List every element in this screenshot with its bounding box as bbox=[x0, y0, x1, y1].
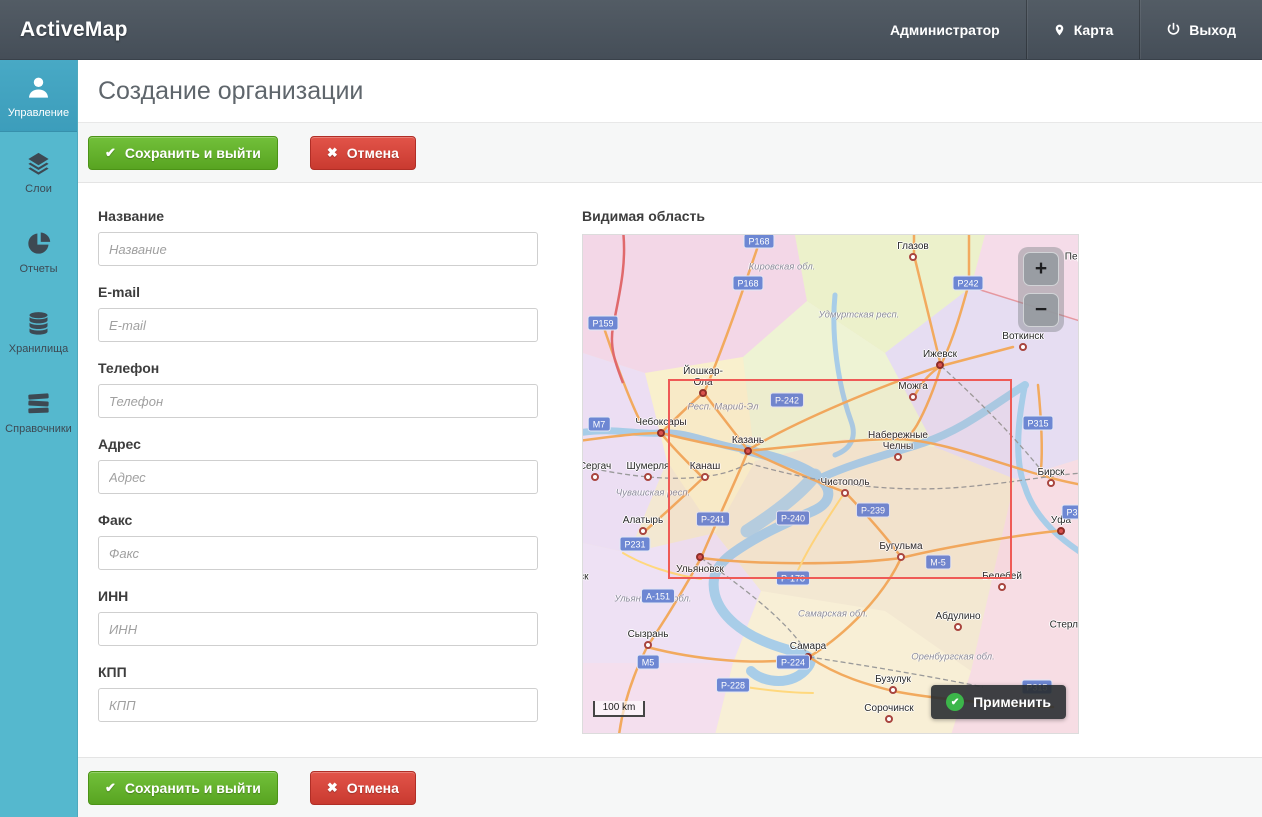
cancel-button-label: Отмена bbox=[347, 145, 399, 161]
logout-label: Выход bbox=[1189, 22, 1236, 38]
sidebar-item-label: Отчеты bbox=[19, 264, 57, 275]
road-badge: Р159 bbox=[587, 316, 618, 331]
city-dot-icon bbox=[909, 253, 917, 261]
map-region-label: Удмуртская респ. bbox=[819, 310, 900, 321]
apply-button[interactable]: ✔ Применить bbox=[931, 685, 1066, 719]
app-logo: ActiveMap bbox=[0, 18, 128, 42]
map-region-label: Самарская обл. bbox=[798, 609, 868, 620]
layers-icon bbox=[25, 149, 53, 177]
phone-input[interactable] bbox=[98, 384, 538, 418]
sidebar-item-label: Хранилища bbox=[9, 344, 69, 355]
city-dot-icon bbox=[998, 583, 1006, 591]
kpp-label: КПП bbox=[98, 664, 538, 680]
map-scale-bar: 100 km bbox=[593, 701, 645, 717]
inn-input[interactable] bbox=[98, 612, 538, 646]
cross-icon: ✖ bbox=[327, 146, 338, 159]
road-badge: Р-224 bbox=[776, 655, 810, 670]
save-and-exit-button-bottom[interactable]: ✔ Сохранить и выйти bbox=[88, 771, 278, 805]
user-icon bbox=[25, 73, 53, 101]
road-badge: Р-228 bbox=[716, 678, 750, 693]
zoom-out-button[interactable]: − bbox=[1023, 293, 1059, 327]
sidebar: Управление Слои Отчеты Хранилища Справоч… bbox=[0, 60, 78, 817]
road-badge: Р242 bbox=[952, 276, 983, 291]
kpp-input[interactable] bbox=[98, 688, 538, 722]
name-input[interactable] bbox=[98, 232, 538, 266]
save-button-label: Сохранить и выйти bbox=[125, 145, 261, 161]
user-menu[interactable]: Администратор bbox=[864, 0, 1026, 59]
zoom-control: + − bbox=[1018, 247, 1064, 332]
city-dot-icon bbox=[885, 715, 893, 723]
map-region-label: Оренбургская обл. bbox=[911, 652, 995, 663]
inn-label: ИНН bbox=[98, 588, 538, 604]
fax-input[interactable] bbox=[98, 536, 538, 570]
bottom-toolbar: ✔ Сохранить и выйти ✖ Отмена bbox=[78, 757, 1262, 817]
check-icon: ✔ bbox=[105, 781, 116, 794]
address-input[interactable] bbox=[98, 460, 538, 494]
city-dot-icon bbox=[936, 361, 944, 369]
logout-button[interactable]: Выход bbox=[1140, 0, 1262, 59]
sidebar-item-management[interactable]: Управление bbox=[0, 60, 77, 132]
road-badge: М5 bbox=[637, 655, 660, 670]
map-pin-icon bbox=[1053, 22, 1066, 38]
road-badge: Р168 bbox=[732, 276, 763, 291]
sidebar-item-storage[interactable]: Хранилища bbox=[0, 292, 77, 372]
map-selection-rectangle[interactable] bbox=[668, 379, 1012, 579]
page-title: Создание организации bbox=[98, 77, 1242, 106]
sidebar-item-directories[interactable]: Справочники bbox=[0, 372, 77, 452]
city-dot-icon bbox=[644, 473, 652, 481]
email-label: E-mail bbox=[98, 284, 538, 300]
cancel-button-label: Отмена bbox=[347, 780, 399, 796]
city-dot-icon bbox=[639, 527, 647, 535]
city-dot-icon bbox=[889, 686, 897, 694]
sidebar-item-layers[interactable]: Слои bbox=[0, 132, 77, 212]
fax-label: Факс bbox=[98, 512, 538, 528]
city-dot-icon bbox=[644, 641, 652, 649]
main-content: Создание организации ✔ Сохранить и выйти… bbox=[78, 60, 1262, 817]
database-icon bbox=[25, 309, 53, 337]
visible-area-label: Видимая область bbox=[582, 208, 1079, 224]
save-and-exit-button[interactable]: ✔ Сохранить и выйти bbox=[88, 136, 278, 170]
city-dot-icon bbox=[1057, 527, 1065, 535]
map-region-label: Кировская обл. bbox=[749, 262, 816, 273]
organization-form: Название E-mail Телефон Адрес Факс ИНН bbox=[98, 208, 538, 747]
top-bar: ActiveMap Администратор Карта Выход bbox=[0, 0, 1262, 60]
city-dot-icon bbox=[1019, 343, 1027, 351]
books-icon bbox=[25, 389, 53, 417]
sidebar-item-reports[interactable]: Отчеты bbox=[0, 212, 77, 292]
city-dot-icon bbox=[954, 623, 962, 631]
phone-label: Телефон bbox=[98, 360, 538, 376]
cross-icon: ✖ bbox=[327, 781, 338, 794]
address-label: Адрес bbox=[98, 436, 538, 452]
apply-button-label: Применить bbox=[973, 694, 1051, 710]
visible-area-section: Видимая область bbox=[582, 208, 1079, 747]
city-dot-icon bbox=[657, 429, 665, 437]
name-label: Название bbox=[98, 208, 538, 224]
sidebar-item-label: Справочники bbox=[5, 424, 72, 435]
zoom-in-button[interactable]: + bbox=[1023, 252, 1059, 286]
road-badge: Р315 bbox=[1061, 505, 1079, 520]
check-circle-icon: ✔ bbox=[946, 693, 964, 711]
sidebar-item-label: Слои bbox=[25, 184, 52, 195]
road-badge: Р231 bbox=[619, 537, 650, 552]
pie-chart-icon bbox=[25, 229, 53, 257]
road-badge: А-151 bbox=[641, 589, 675, 604]
save-button-label: Сохранить и выйти bbox=[125, 780, 261, 796]
top-toolbar: ✔ Сохранить и выйти ✖ Отмена bbox=[78, 123, 1262, 183]
user-name-label: Администратор bbox=[890, 22, 1000, 38]
city-dot-icon bbox=[591, 473, 599, 481]
cancel-button-bottom[interactable]: ✖ Отмена bbox=[310, 771, 416, 805]
email-input[interactable] bbox=[98, 308, 538, 342]
map-link-label: Карта bbox=[1074, 22, 1114, 38]
road-badge: Р315 bbox=[1022, 416, 1053, 431]
city-dot-icon bbox=[1047, 479, 1055, 487]
content-area: Название E-mail Телефон Адрес Факс ИНН bbox=[78, 183, 1262, 757]
sidebar-item-label: Управление bbox=[8, 108, 69, 119]
road-badge: Р168 bbox=[743, 234, 774, 249]
cancel-button[interactable]: ✖ Отмена bbox=[310, 136, 416, 170]
road-badge: М7 bbox=[588, 417, 611, 432]
check-icon: ✔ bbox=[105, 146, 116, 159]
power-icon bbox=[1166, 22, 1181, 37]
map-link[interactable]: Карта bbox=[1027, 0, 1140, 59]
map-canvas[interactable]: ГлазовПермьВоткинскИжевскМожгаЙошкар-Ола… bbox=[582, 234, 1079, 734]
